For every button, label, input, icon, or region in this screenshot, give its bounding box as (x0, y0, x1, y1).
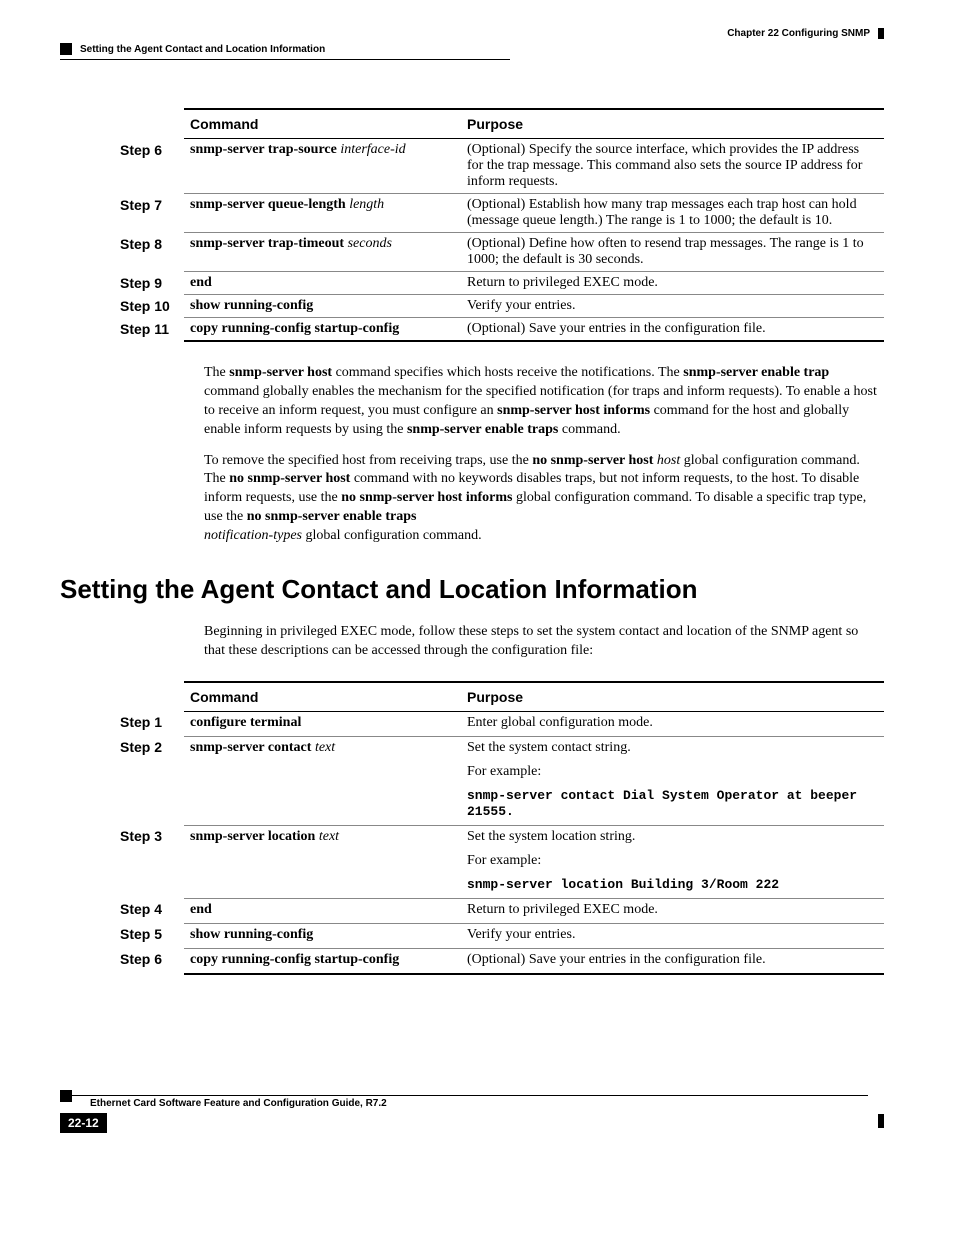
step-label: Step 2 (114, 736, 184, 825)
purpose-cell: Verify your entries. (461, 295, 884, 318)
command-cell: copy running-config startup-config (184, 318, 461, 342)
command-cell: show running-config (184, 923, 461, 948)
table-row: Step 2snmp-server contact textSet the sy… (114, 736, 884, 825)
table-row: Step 1configure terminalEnter global con… (114, 711, 884, 736)
step-label: Step 9 (114, 272, 184, 295)
section-heading: Setting the Agent Contact and Location I… (60, 574, 884, 605)
purpose-cell: (Optional) Establish how many trap messa… (461, 194, 884, 233)
purpose-cell: Set the system contact string.For exampl… (461, 736, 884, 825)
purpose-cell: Return to privileged EXEC mode. (461, 272, 884, 295)
step-label: Step 4 (114, 898, 184, 923)
purpose-cell: Return to privileged EXEC mode. (461, 898, 884, 923)
footer-title: Ethernet Card Software Feature and Confi… (90, 1098, 868, 1109)
step-label: Step 3 (114, 825, 184, 898)
table-row: Step 4endReturn to privileged EXEC mode. (114, 898, 884, 923)
col-purpose: Purpose (461, 682, 884, 712)
command-cell: snmp-server trap-timeout seconds (184, 233, 461, 272)
step-label: Step 8 (114, 233, 184, 272)
header-block-icon (60, 43, 72, 55)
purpose-cell: (Optional) Define how often to resend tr… (461, 233, 884, 272)
step-label: Step 10 (114, 295, 184, 318)
step-label: Step 7 (114, 194, 184, 233)
table-row: Step 11copy running-config startup-confi… (114, 318, 884, 342)
body-paragraphs: The snmp-server host command specifies w… (204, 364, 880, 546)
step-label: Step 6 (114, 139, 184, 194)
command-cell: snmp-server trap-source interface-id (184, 139, 461, 194)
command-cell: end (184, 898, 461, 923)
table-row: Step 9endReturn to privileged EXEC mode. (114, 272, 884, 295)
table-row: Step 5show running-configVerify your ent… (114, 923, 884, 948)
table-row: Step 7snmp-server queue-length length(Op… (114, 194, 884, 233)
purpose-cell: (Optional) Save your entries in the conf… (461, 318, 884, 342)
section-intro: Beginning in privileged EXEC mode, follo… (204, 623, 880, 661)
command-cell: copy running-config startup-config (184, 948, 461, 974)
table-row: Step 6snmp-server trap-source interface-… (114, 139, 884, 194)
purpose-cell: (Optional) Save your entries in the conf… (461, 948, 884, 974)
purpose-cell: Verify your entries. (461, 923, 884, 948)
command-cell: show running-config (184, 295, 461, 318)
command-cell: end (184, 272, 461, 295)
table-row: Step 10show running-configVerify your en… (114, 295, 884, 318)
col-command: Command (184, 109, 461, 139)
step-label: Step 1 (114, 711, 184, 736)
chapter-header: Chapter 22 Configuring SNMP (727, 28, 884, 39)
table-row: Step 6copy running-config startup-config… (114, 948, 884, 974)
command-cell: snmp-server contact text (184, 736, 461, 825)
page-number: 22-12 (60, 1113, 107, 1133)
footer-block-icon (60, 1090, 72, 1102)
col-command: Command (184, 682, 461, 712)
command-cell: configure terminal (184, 711, 461, 736)
col-purpose: Purpose (461, 109, 884, 139)
table-row: Step 3snmp-server location textSet the s… (114, 825, 884, 898)
step-label: Step 11 (114, 318, 184, 342)
step-label: Step 6 (114, 948, 184, 974)
purpose-cell: (Optional) Specify the source interface,… (461, 139, 884, 194)
command-table-1: Command Purpose Step 6snmp-server trap-s… (114, 108, 884, 342)
command-cell: snmp-server queue-length length (184, 194, 461, 233)
step-label: Step 5 (114, 923, 184, 948)
section-header: Setting the Agent Contact and Location I… (80, 44, 325, 55)
command-cell: snmp-server location text (184, 825, 461, 898)
purpose-cell: Set the system location string.For examp… (461, 825, 884, 898)
command-table-2: Command Purpose Step 1configure terminal… (114, 681, 884, 975)
table-row: Step 8snmp-server trap-timeout seconds(O… (114, 233, 884, 272)
purpose-cell: Enter global configuration mode. (461, 711, 884, 736)
